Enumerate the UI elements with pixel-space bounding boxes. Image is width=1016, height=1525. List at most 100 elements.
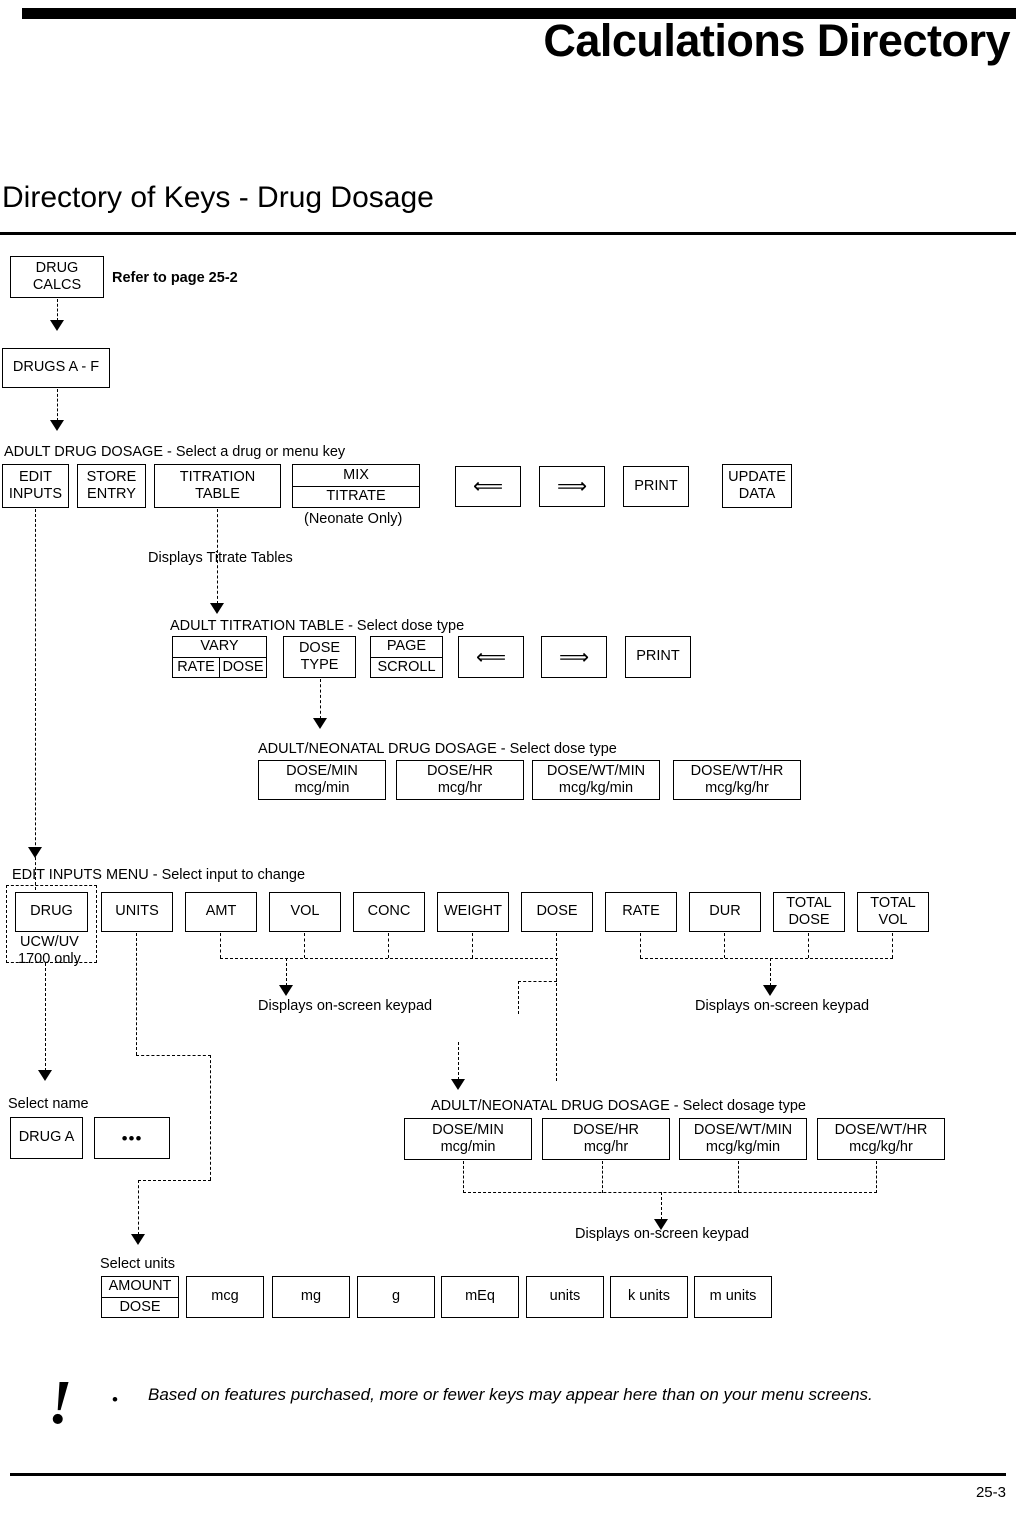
connector-dur-down [724, 933, 725, 958]
key-dose-wt-min-1-line2: mcg/kg/min [558, 780, 634, 796]
key-amt[interactable]: AMT [185, 892, 257, 932]
key-unit-m-units[interactable]: m units [694, 1276, 772, 1318]
key-drug-calcs[interactable]: DRUG CALCS [10, 256, 104, 298]
key-drugs-a-f-label: DRUGS A - F [12, 359, 100, 376]
key-print-top[interactable]: PRINT [623, 466, 689, 507]
key-amount-dose[interactable]: AMOUNT DOSE [101, 1276, 179, 1318]
connector-left-keypad-stem [286, 958, 287, 986]
key-drug-more[interactable]: ••• [94, 1117, 170, 1159]
displays-keypad-left-label: Displays on-screen keypad [258, 998, 433, 1014]
key-titration-table-line2: TABLE [195, 486, 240, 502]
key-next-page-top[interactable]: ⟹ [539, 466, 605, 507]
key-next-page-titration[interactable]: ⟹ [541, 636, 607, 678]
adult-titration-header-text: ADULT TITRATION TABLE - Select dose type [170, 618, 465, 634]
key-weight-label: WEIGHT [444, 903, 502, 920]
key-prev-page-titration[interactable]: ⟸ [458, 636, 524, 678]
ucw-uv-note: UCW/UV 1700 only [18, 934, 81, 967]
key-dose-units[interactable]: DOSE [102, 1296, 178, 1318]
footer-rule [10, 1473, 1006, 1476]
key-vary-dose[interactable]: DOSE [219, 657, 266, 677]
key-drug-label: DRUG [30, 903, 73, 920]
key-total-vol[interactable]: TOTAL VOL [857, 892, 929, 932]
key-total-vol-line1: TOTAL [870, 894, 916, 911]
key-mix-titrate[interactable]: MIX TITRATE [292, 464, 420, 508]
key-page-label: PAGE [386, 638, 427, 655]
key-page[interactable]: PAGE [371, 637, 442, 657]
key-rate[interactable]: RATE [605, 892, 677, 932]
connector-dosehr2-down [602, 1161, 603, 1193]
edit-inputs-menu-header: EDIT INPUTS MENU - Select input to chang… [12, 867, 306, 883]
connector-rate-down [640, 933, 641, 958]
key-dose-type-line2: TYPE [300, 657, 339, 673]
key-dose-wt-min-1[interactable]: DOSE/WT/MIN mcg/kg/min [532, 760, 660, 800]
key-dose-wt-min-1-line1: DOSE/WT/MIN [546, 762, 646, 779]
key-total-dose-line1: TOTAL [786, 894, 832, 911]
connector-bottom-keypad-bus [463, 1192, 877, 1193]
key-dose-wt-hr-2[interactable]: DOSE/WT/HR mcg/kg/hr [817, 1118, 945, 1160]
key-store-entry[interactable]: STORE ENTRY [77, 464, 146, 508]
arrowhead-adultdosage [50, 420, 64, 431]
connector-drugsaf-adultdosage [57, 389, 58, 421]
key-edit-inputs[interactable]: EDIT INPUTS [2, 464, 69, 508]
key-total-dose[interactable]: TOTAL DOSE [773, 892, 845, 932]
key-dose-wt-hr-2-line2: mcg/kg/hr [849, 1139, 913, 1155]
key-vol[interactable]: VOL [269, 892, 341, 932]
arrowhead-titration-table [210, 603, 224, 614]
key-amount[interactable]: AMOUNT [102, 1277, 178, 1297]
key-page-scroll[interactable]: PAGE SCROLL [370, 636, 443, 678]
note-bullet-icon: • [112, 1390, 118, 1409]
key-scroll[interactable]: SCROLL [371, 656, 442, 678]
key-total-dose-line2: DOSE [788, 912, 830, 928]
connector-vol-down [304, 933, 305, 958]
key-dose-type[interactable]: DOSE TYPE [283, 636, 356, 678]
key-mix[interactable]: MIX [293, 465, 419, 486]
key-dose[interactable]: DOSE [521, 892, 593, 932]
displays-titrate-tables-label: Displays Titrate Tables [148, 550, 293, 566]
key-unit-g[interactable]: g [357, 1276, 435, 1318]
dosage-type-header: ADULT/NEONATAL DRUG DOSAGE - Select dosa… [431, 1098, 806, 1114]
refer-to-page-note: Refer to page 25-2 [112, 270, 238, 286]
key-update-data[interactable]: UPDATE DATA [722, 464, 792, 508]
connector-drugcalcs-drugsaf [57, 299, 58, 321]
key-unit-mg[interactable]: mg [272, 1276, 350, 1318]
key-drug-a[interactable]: DRUG A [10, 1117, 83, 1159]
connector-conc-down [388, 933, 389, 958]
key-unit-meq[interactable]: mEq [441, 1276, 519, 1318]
key-unit-mcg[interactable]: mcg [186, 1276, 264, 1318]
key-prev-page-top[interactable]: ⟸ [455, 466, 521, 507]
connector-dose-down [556, 933, 557, 1081]
key-print-top-label: PRINT [634, 477, 678, 494]
key-dose-wt-hr-1[interactable]: DOSE/WT/HR mcg/kg/hr [673, 760, 801, 800]
key-dose-wt-min-2[interactable]: DOSE/WT/MIN mcg/kg/min [679, 1118, 807, 1160]
key-store-entry-line2: ENTRY [87, 486, 136, 502]
key-titrate[interactable]: TITRATE [293, 485, 419, 508]
arrowhead-drugsaf [50, 320, 64, 331]
adult-titration-header: ADULT TITRATION TABLE - Select dose type [170, 618, 464, 635]
key-unit-mg-label: mg [300, 1288, 322, 1305]
key-dose-type-line1: DOSE [298, 639, 341, 656]
key-dur[interactable]: DUR [689, 892, 761, 932]
key-vary[interactable]: VARY RATE DOSE [172, 636, 267, 678]
connector-dosewtmin2-down [738, 1161, 739, 1193]
key-drugs-a-f[interactable]: DRUGS A - F [2, 348, 110, 388]
key-dose-min-2[interactable]: DOSE/MIN mcg/min [404, 1118, 532, 1160]
key-dose-min-1[interactable]: DOSE/MIN mcg/min [258, 760, 386, 800]
key-vary-rate[interactable]: RATE [173, 658, 219, 678]
key-print-titration[interactable]: PRINT [625, 636, 691, 678]
key-vary-title: VARY [173, 637, 266, 657]
arrowhead-right-keypad [763, 985, 777, 996]
connector-dose-down3 [458, 1042, 459, 1080]
key-dose-hr-2[interactable]: DOSE/HR mcg/hr [542, 1118, 670, 1160]
key-titration-table[interactable]: TITRATION TABLE [154, 464, 281, 508]
key-conc[interactable]: CONC [353, 892, 425, 932]
key-dose-hr-1[interactable]: DOSE/HR mcg/hr [396, 760, 524, 800]
connector-weight-down [472, 933, 473, 958]
key-weight[interactable]: WEIGHT [437, 892, 509, 932]
key-conc-label: CONC [367, 903, 411, 920]
key-drug[interactable]: DRUG [15, 892, 88, 932]
connector-totaldose-down [808, 933, 809, 958]
key-unit-k-units[interactable]: k units [610, 1276, 688, 1318]
key-unit-units[interactable]: units [526, 1276, 604, 1318]
key-units[interactable]: UNITS [101, 892, 173, 932]
adult-drug-dosage-header: ADULT DRUG DOSAGE - Select a drug or men… [4, 444, 346, 460]
